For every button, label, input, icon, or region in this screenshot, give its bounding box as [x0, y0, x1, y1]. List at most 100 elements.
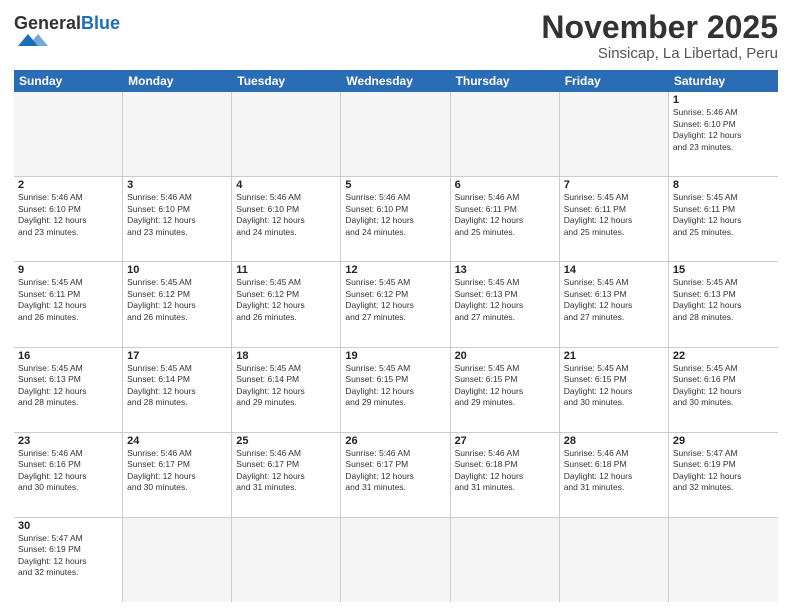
day-number: 27 — [455, 435, 555, 447]
cell-info: Sunrise: 5:46 AM Sunset: 6:10 PM Dayligh… — [345, 192, 445, 238]
calendar-week: 1Sunrise: 5:46 AM Sunset: 6:10 PM Daylig… — [14, 92, 778, 177]
cell-info: Sunrise: 5:45 AM Sunset: 6:13 PM Dayligh… — [455, 277, 555, 323]
calendar-cell: 17Sunrise: 5:45 AM Sunset: 6:14 PM Dayli… — [123, 348, 232, 432]
calendar-week: 16Sunrise: 5:45 AM Sunset: 6:13 PM Dayli… — [14, 348, 778, 433]
calendar-cell — [560, 92, 669, 176]
calendar-cell — [14, 92, 123, 176]
calendar-week: 30Sunrise: 5:47 AM Sunset: 6:19 PM Dayli… — [14, 518, 778, 602]
cell-info: Sunrise: 5:45 AM Sunset: 6:14 PM Dayligh… — [236, 363, 336, 409]
calendar-cell — [123, 518, 232, 602]
cell-info: Sunrise: 5:45 AM Sunset: 6:12 PM Dayligh… — [345, 277, 445, 323]
cell-info: Sunrise: 5:45 AM Sunset: 6:15 PM Dayligh… — [564, 363, 664, 409]
calendar-cell: 20Sunrise: 5:45 AM Sunset: 6:15 PM Dayli… — [451, 348, 560, 432]
day-number: 30 — [18, 520, 118, 532]
calendar-cell: 11Sunrise: 5:45 AM Sunset: 6:12 PM Dayli… — [232, 262, 341, 346]
day-number: 17 — [127, 350, 227, 362]
calendar-body: 1Sunrise: 5:46 AM Sunset: 6:10 PM Daylig… — [14, 92, 778, 602]
day-number: 6 — [455, 179, 555, 191]
calendar: SundayMondayTuesdayWednesdayThursdayFrid… — [14, 70, 778, 602]
day-number: 3 — [127, 179, 227, 191]
title-block: November 2025 Sinsicap, La Libertad, Per… — [541, 10, 778, 62]
cell-info: Sunrise: 5:46 AM Sunset: 6:10 PM Dayligh… — [673, 107, 774, 153]
weekday-header: Thursday — [451, 70, 560, 92]
calendar-cell: 14Sunrise: 5:45 AM Sunset: 6:13 PM Dayli… — [560, 262, 669, 346]
calendar-cell: 23Sunrise: 5:46 AM Sunset: 6:16 PM Dayli… — [14, 433, 123, 517]
day-number: 9 — [18, 264, 118, 276]
calendar-cell: 22Sunrise: 5:45 AM Sunset: 6:16 PM Dayli… — [669, 348, 778, 432]
calendar-cell — [232, 92, 341, 176]
weekday-header: Sunday — [14, 70, 123, 92]
logo-blue: Blue — [81, 13, 120, 33]
cell-info: Sunrise: 5:46 AM Sunset: 6:18 PM Dayligh… — [564, 448, 664, 494]
calendar-cell: 8Sunrise: 5:45 AM Sunset: 6:11 PM Daylig… — [669, 177, 778, 261]
cell-info: Sunrise: 5:46 AM Sunset: 6:18 PM Dayligh… — [455, 448, 555, 494]
calendar-week: 23Sunrise: 5:46 AM Sunset: 6:16 PM Dayli… — [14, 433, 778, 518]
logo: GeneralBlue — [14, 14, 120, 55]
day-number: 22 — [673, 350, 774, 362]
day-number: 18 — [236, 350, 336, 362]
day-number: 25 — [236, 435, 336, 447]
calendar-cell — [123, 92, 232, 176]
calendar-cell: 1Sunrise: 5:46 AM Sunset: 6:10 PM Daylig… — [669, 92, 778, 176]
calendar-cell — [560, 518, 669, 602]
calendar-cell: 9Sunrise: 5:45 AM Sunset: 6:11 PM Daylig… — [14, 262, 123, 346]
calendar-cell — [341, 92, 450, 176]
day-number: 28 — [564, 435, 664, 447]
weekday-header: Saturday — [669, 70, 778, 92]
day-number: 19 — [345, 350, 445, 362]
day-number: 1 — [673, 94, 774, 106]
calendar-cell — [451, 92, 560, 176]
calendar-cell: 12Sunrise: 5:45 AM Sunset: 6:12 PM Dayli… — [341, 262, 450, 346]
calendar-cell: 6Sunrise: 5:46 AM Sunset: 6:11 PM Daylig… — [451, 177, 560, 261]
day-number: 15 — [673, 264, 774, 276]
weekday-header: Wednesday — [341, 70, 450, 92]
cell-info: Sunrise: 5:47 AM Sunset: 6:19 PM Dayligh… — [673, 448, 774, 494]
cell-info: Sunrise: 5:45 AM Sunset: 6:16 PM Dayligh… — [673, 363, 774, 409]
logo-general: General — [14, 13, 81, 33]
calendar-week: 9Sunrise: 5:45 AM Sunset: 6:11 PM Daylig… — [14, 262, 778, 347]
cell-info: Sunrise: 5:46 AM Sunset: 6:17 PM Dayligh… — [127, 448, 227, 494]
cell-info: Sunrise: 5:46 AM Sunset: 6:10 PM Dayligh… — [127, 192, 227, 238]
cell-info: Sunrise: 5:46 AM Sunset: 6:17 PM Dayligh… — [345, 448, 445, 494]
day-number: 13 — [455, 264, 555, 276]
weekday-header: Tuesday — [232, 70, 341, 92]
cell-info: Sunrise: 5:45 AM Sunset: 6:12 PM Dayligh… — [236, 277, 336, 323]
calendar-cell: 27Sunrise: 5:46 AM Sunset: 6:18 PM Dayli… — [451, 433, 560, 517]
calendar-cell: 26Sunrise: 5:46 AM Sunset: 6:17 PM Dayli… — [341, 433, 450, 517]
calendar-cell: 29Sunrise: 5:47 AM Sunset: 6:19 PM Dayli… — [669, 433, 778, 517]
calendar-cell — [451, 518, 560, 602]
day-number: 14 — [564, 264, 664, 276]
cell-info: Sunrise: 5:45 AM Sunset: 6:12 PM Dayligh… — [127, 277, 227, 323]
day-number: 2 — [18, 179, 118, 191]
calendar-cell: 10Sunrise: 5:45 AM Sunset: 6:12 PM Dayli… — [123, 262, 232, 346]
weekday-header: Friday — [560, 70, 669, 92]
cell-info: Sunrise: 5:45 AM Sunset: 6:11 PM Dayligh… — [673, 192, 774, 238]
day-number: 10 — [127, 264, 227, 276]
day-number: 23 — [18, 435, 118, 447]
cell-info: Sunrise: 5:45 AM Sunset: 6:11 PM Dayligh… — [564, 192, 664, 238]
calendar-cell: 19Sunrise: 5:45 AM Sunset: 6:15 PM Dayli… — [341, 348, 450, 432]
calendar-cell: 16Sunrise: 5:45 AM Sunset: 6:13 PM Dayli… — [14, 348, 123, 432]
day-number: 21 — [564, 350, 664, 362]
calendar-cell: 4Sunrise: 5:46 AM Sunset: 6:10 PM Daylig… — [232, 177, 341, 261]
calendar-cell: 2Sunrise: 5:46 AM Sunset: 6:10 PM Daylig… — [14, 177, 123, 261]
month-title: November 2025 — [541, 10, 778, 45]
calendar-cell: 18Sunrise: 5:45 AM Sunset: 6:14 PM Dayli… — [232, 348, 341, 432]
calendar-cell: 25Sunrise: 5:46 AM Sunset: 6:17 PM Dayli… — [232, 433, 341, 517]
calendar-cell: 30Sunrise: 5:47 AM Sunset: 6:19 PM Dayli… — [14, 518, 123, 602]
calendar-week: 2 Sunrise: 5:46 AM Sunset: 6:10 PM Daylig… — [14, 177, 778, 262]
day-number: 11 — [236, 264, 336, 276]
cell-info: Sunrise: 5:45 AM Sunset: 6:15 PM Dayligh… — [455, 363, 555, 409]
calendar-cell — [341, 518, 450, 602]
day-number: 8 — [673, 179, 774, 191]
day-number: 5 — [345, 179, 445, 191]
calendar-cell: 21Sunrise: 5:45 AM Sunset: 6:15 PM Dayli… — [560, 348, 669, 432]
cell-info: Sunrise: 5:45 AM Sunset: 6:13 PM Dayligh… — [18, 363, 118, 409]
calendar-cell: 13Sunrise: 5:45 AM Sunset: 6:13 PM Dayli… — [451, 262, 560, 346]
day-number: 20 — [455, 350, 555, 362]
day-number: 4 — [236, 179, 336, 191]
calendar-cell: 24Sunrise: 5:46 AM Sunset: 6:17 PM Dayli… — [123, 433, 232, 517]
page-header: GeneralBlue November 2025 Sinsicap, La L… — [14, 10, 778, 62]
calendar-cell: 5Sunrise: 5:46 AM Sunset: 6:10 PM Daylig… — [341, 177, 450, 261]
cell-info: Sunrise: 5:46 AM Sunset: 6:10 PM Dayligh… — [236, 192, 336, 238]
